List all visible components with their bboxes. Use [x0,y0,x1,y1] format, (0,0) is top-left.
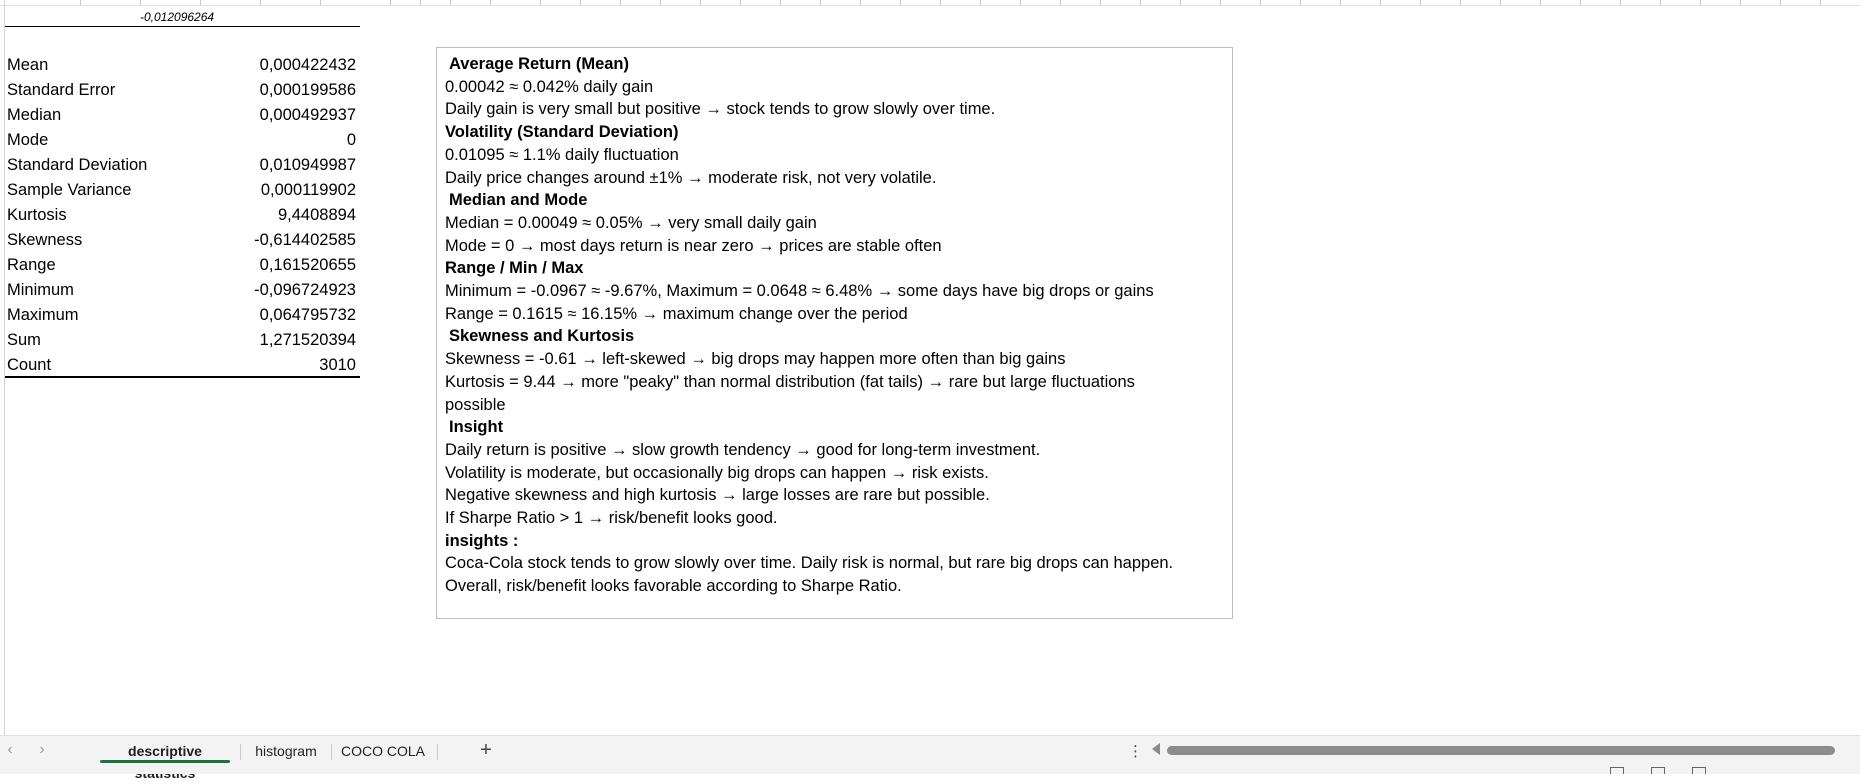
stat-value: 0,000199586 [259,81,356,99]
stat-value: 3010 [319,356,356,374]
stat-row[interactable]: Range 0,161520655 [5,253,360,278]
stat-value: 9,4408894 [278,206,356,224]
add-sheet-button[interactable]: + [474,739,498,762]
stat-value: 0,010949987 [259,156,356,174]
text-box-line: 0.01095 ≈ 1.1% daily fluctuation [445,145,679,164]
text-box-line: Skewness = -0.61 → left-skewed → big dro… [445,350,1066,369]
stat-row[interactable]: Standard Deviation 0,010949987 [5,153,360,178]
text-box-line: Range = 0.1615 ≈ 16.15% → maximum change… [445,304,908,323]
text-box-line: Median = 0.00049 ≈ 0.05% → very small da… [445,213,817,232]
cell-bottom-border [5,26,360,27]
stat-label: Standard Deviation [7,156,148,174]
text-box-line: Negative skewness and high kurtosis → la… [445,486,990,505]
stat-row[interactable]: Maximum 0,064795732 [5,303,360,328]
text-box-line: Volatility is moderate, but occasionally… [445,463,989,482]
tab-separator [437,744,438,760]
text-box-heading: insights : [445,531,519,550]
prev-sheet-icon[interactable]: ‹ [0,741,20,759]
tab-label: histogram [255,743,317,759]
text-box-heading: Volatility (Standard Deviation) [445,123,679,142]
stat-value: 0,000422432 [259,56,356,74]
tab-separator [240,744,241,760]
stat-label: Maximum [7,306,79,324]
text-box-line: Daily price changes around ±1% → moderat… [445,168,937,187]
stat-value: 0,161520655 [259,256,356,274]
active-tab-indicator [100,760,230,763]
text-box-heading: Average Return (Mean) [449,55,630,73]
tab-descriptive-statistics[interactable]: descriptive statistics [96,740,234,781]
scroll-left-icon[interactable] [1152,743,1160,755]
text-box-heading: Insight [449,418,504,437]
horizontal-scrollbar-thumb[interactable] [1167,746,1835,755]
stat-row[interactable]: Mode 0 [5,128,360,153]
tab-histogram[interactable]: histogram [246,740,326,762]
stat-label: Minimum [7,281,74,299]
stat-row[interactable]: Mean 0,000422432 [5,53,360,78]
stat-value: 0 [346,131,356,149]
next-sheet-icon[interactable]: › [32,741,52,759]
stat-label: Skewness [7,231,83,249]
tab-coco-cola[interactable]: COCO COLA [336,740,430,762]
stat-label: Count [7,356,52,374]
descriptive-stats-table: Mean 0,000422432 Standard Error 0,000199586… [5,53,360,378]
column-tick-marks [0,0,1860,6]
stat-row[interactable]: Minimum -0,096724923 [5,278,360,303]
stats-table-bottom-border [5,376,360,378]
stat-row[interactable]: Kurtosis 9,4408894 [5,203,360,228]
text-box-heading: Median and Mode [449,191,588,210]
worksheet-grid[interactable]: -0,012096264 Mean 0,000422432 Standard Err… [0,0,1860,735]
stat-label: Standard Error [7,81,116,99]
tab-separator [331,744,332,760]
stat-row[interactable]: Sample Variance 0,000119902 [5,178,360,203]
stat-value: 0,000492937 [259,106,356,124]
stat-label: Kurtosis [7,206,67,224]
stat-value: 0,064795732 [259,306,356,324]
stat-value: 1,271520394 [259,331,356,349]
page-layout-view-icon[interactable] [1651,767,1665,774]
stat-label: Median [7,106,62,124]
tab-label: COCO COLA [340,743,425,759]
page-break-view-icon[interactable] [1692,767,1706,774]
stat-label: Sum [7,331,41,349]
text-box-line: Daily return is positive → slow growth t… [445,440,1041,459]
stat-row[interactable]: Median 0,000492937 [5,103,360,128]
analysis-text-box[interactable]: Average Return (Mean) 0.00042 ≈ 0.042% da… [436,47,1233,619]
more-options-icon[interactable]: ⋮ [1128,742,1143,760]
sheet-tab-bar: ‹ › descriptive statistics histogram COC… [0,735,1860,781]
text-box-line: Kurtosis = 9.44 → more "peaky" than norm… [445,372,1135,391]
stat-value: -0,096724923 [254,281,356,299]
text-box-line: 0.00042 ≈ 0.042% daily gain [445,77,654,96]
stat-label: Mode [7,131,49,149]
text-box-heading: Range / Min / Max [445,259,584,278]
stat-value: 0,000119902 [260,181,356,199]
stat-label: Range [7,256,56,274]
text-box-line: If Sharpe Ratio > 1 → risk/benefit looks… [445,509,778,528]
previous-row-cell[interactable]: -0,012096264 [140,10,362,24]
stat-row[interactable]: Standard Error 0,000199586 [5,78,360,103]
text-box-line: Overall, risk/benefit looks favorable ac… [445,577,902,596]
text-box-line: Daily gain is very small but positive → … [445,100,996,119]
stat-label: Mean [7,56,49,74]
stat-row[interactable]: Sum 1,271520394 [5,328,360,353]
text-box-line: Mode = 0 → most days return is near zero… [445,236,942,255]
stat-value: -0,614402585 [254,231,356,249]
stat-row[interactable]: Count 3010 [5,353,360,378]
text-box-line: possible [445,395,506,414]
normal-view-icon[interactable] [1610,767,1624,774]
stat-row[interactable]: Skewness -0,614402585 [5,228,360,253]
text-box-heading: Skewness and Kurtosis [449,327,635,346]
status-bar [0,765,1860,774]
stat-label: Sample Variance [7,181,132,199]
text-box-line: Minimum = -0.0967 ≈ -9.67%, Maximum = 0.… [445,282,1154,301]
previous-cell-value: -0,012096264 [140,10,215,24]
text-box-line: Coca-Cola stock tends to grow slowly ove… [445,554,1174,573]
